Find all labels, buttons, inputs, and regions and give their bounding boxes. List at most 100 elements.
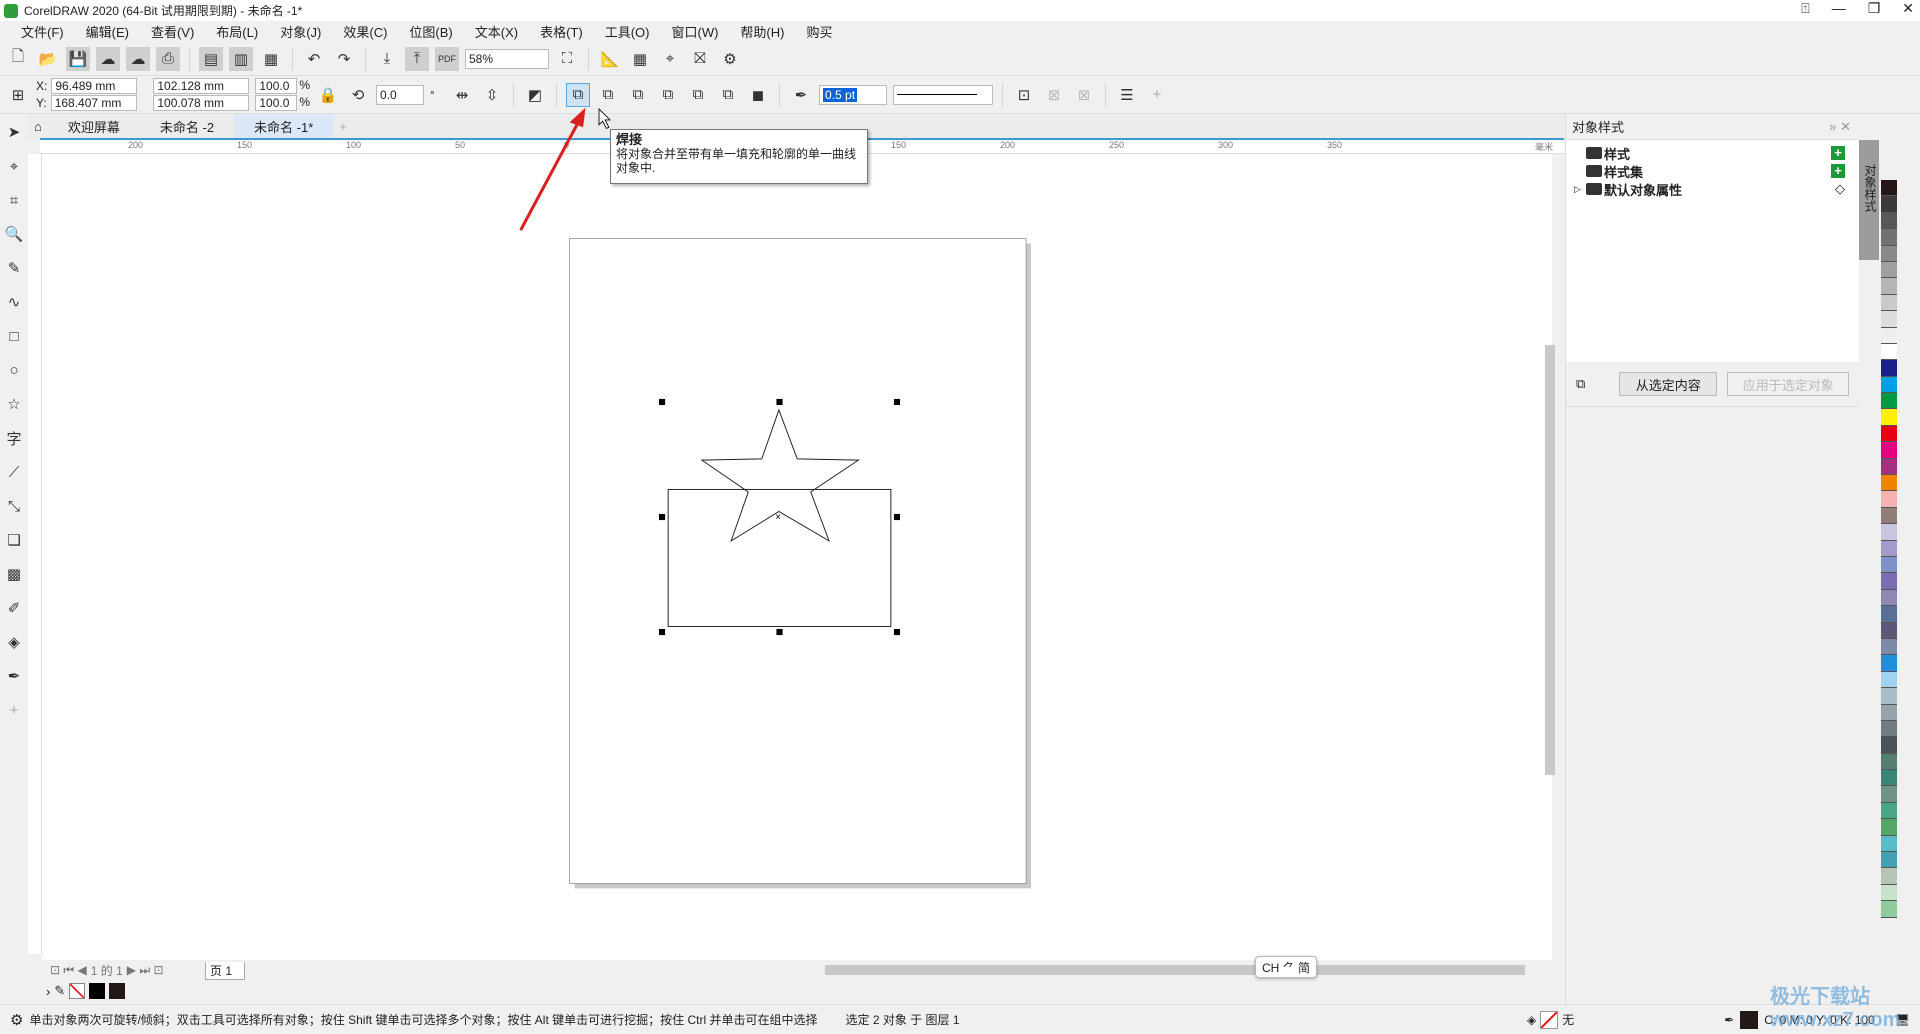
menu-help[interactable]: 帮助(H) — [729, 22, 795, 41]
minimize-button[interactable]: — — [1832, 0, 1846, 17]
menu-bitmaps[interactable]: 位图(B) — [398, 22, 463, 41]
palette-swatch[interactable] — [1881, 786, 1897, 803]
save-icon[interactable]: 💾 — [66, 46, 90, 71]
zoom-tool-icon[interactable]: 🔍 — [2, 222, 26, 246]
vertical-ruler[interactable] — [28, 154, 42, 954]
copy-icon[interactable]: ▥ — [229, 46, 253, 71]
show-guidelines-icon[interactable]: ⌖ — [658, 47, 682, 71]
publish-pdf-icon[interactable]: PDF — [435, 46, 459, 71]
menu-table[interactable]: 表格(T) — [529, 22, 594, 41]
show-grid-icon[interactable]: ▦ — [628, 47, 652, 71]
tab-welcome[interactable]: 欢迎屏幕 — [48, 114, 140, 138]
palette-swatch[interactable] — [1881, 245, 1897, 262]
palette-swatch[interactable] — [1881, 261, 1897, 279]
tab-untitled-2[interactable]: 未命名 -2 — [140, 114, 234, 138]
page-tab[interactable]: 页 1 — [205, 962, 245, 980]
page-nav-buttons[interactable]: ⊡ ⏮ ◀ — [50, 963, 87, 978]
palette-swatch[interactable] — [1881, 638, 1897, 656]
new-tab-button[interactable]: + — [333, 114, 353, 138]
menu-object[interactable]: 对象(J) — [269, 22, 332, 41]
tab-untitled-1[interactable]: 未命名 -1* — [234, 114, 334, 138]
palette-swatch[interactable] — [1881, 704, 1897, 721]
palette-swatch[interactable] — [1881, 311, 1897, 328]
palette-swatch[interactable] — [1881, 556, 1897, 574]
menu-view[interactable]: 查看(V) — [140, 22, 205, 41]
palette-swatch[interactable] — [1881, 409, 1897, 426]
weld-button-icon[interactable]: ⧉ — [566, 82, 591, 107]
eyedropper-icon[interactable]: ✎ — [54, 983, 65, 999]
palette-swatch[interactable] — [1881, 180, 1897, 197]
scale-height-field[interactable]: 100.0 — [255, 95, 298, 111]
style-options-icon[interactable]: ⧉ — [1576, 376, 1585, 392]
rotation-angle-field[interactable]: 0.0 — [376, 84, 425, 105]
palette-swatch[interactable] — [1881, 196, 1897, 213]
add-tool-icon[interactable]: + — [2, 698, 26, 722]
x-position-field[interactable]: 96.489 mm — [51, 78, 138, 94]
palette-swatch[interactable] — [1881, 327, 1897, 344]
smart-fill-icon[interactable]: ✒ — [2, 664, 26, 688]
palette-swatch[interactable] — [1881, 376, 1897, 394]
palette-swatch[interactable] — [1881, 229, 1897, 246]
expand-icon[interactable]: ▷ — [1574, 184, 1581, 195]
freehand-tool-icon[interactable]: ✎ — [2, 256, 26, 280]
no-color-swatch[interactable] — [69, 983, 86, 999]
menu-buy[interactable]: 购买 — [795, 22, 843, 41]
drawing-canvas[interactable] — [42, 154, 1552, 960]
settings-gear-icon[interactable]: ⚙ — [10, 1011, 23, 1029]
redo-icon[interactable]: ↷ — [332, 47, 356, 71]
palette-swatch[interactable] — [1881, 491, 1897, 508]
menu-file[interactable]: 文件(F) — [10, 22, 75, 41]
palette-swatch[interactable] — [1881, 737, 1897, 754]
palette-swatch[interactable] — [1881, 475, 1897, 492]
paste-icon[interactable]: ▦ — [259, 47, 283, 71]
palette-swatch[interactable] — [1881, 278, 1897, 295]
palette-swatch[interactable] — [1881, 524, 1897, 541]
color-swatch-dark[interactable] — [109, 983, 126, 999]
object-styles-docker-tab[interactable]: 对象样式 — [1859, 140, 1879, 260]
palette-swatch[interactable] — [1881, 294, 1897, 312]
horizontal-scrollbar[interactable] — [825, 965, 1525, 975]
ellipse-tool-icon[interactable]: ○ — [2, 358, 26, 382]
color-swatch-black[interactable] — [89, 983, 106, 999]
palette-swatch[interactable] — [1881, 868, 1897, 885]
vertical-scrollbar[interactable] — [1545, 345, 1555, 775]
menu-edit[interactable]: 编辑(E) — [75, 22, 140, 41]
zoom-level-select[interactable]: 58% — [465, 48, 549, 69]
palette-swatch[interactable] — [1881, 606, 1897, 623]
front-minus-back-icon[interactable]: ⧉ — [686, 83, 710, 107]
palette-swatch[interactable] — [1881, 802, 1897, 820]
palette-swatch[interactable] — [1881, 622, 1897, 639]
scale-width-field[interactable]: 100.0 — [255, 78, 298, 94]
menu-text[interactable]: 文本(X) — [464, 22, 529, 41]
new-document-icon[interactable]: 🗋 — [6, 47, 30, 71]
cloud-upload-icon[interactable]: ☁ — [126, 46, 150, 71]
transparency-icon[interactable]: ▩ — [2, 562, 26, 586]
tree-node-default-properties[interactable]: ▷ 默认对象属性 ◇ — [1566, 180, 1859, 198]
shape-tool-icon[interactable]: ⌖ — [2, 154, 26, 178]
add-icon[interactable]: + — [1145, 83, 1169, 107]
parallel-dimension-icon[interactable]: ⟋ — [2, 460, 26, 484]
palette-swatch[interactable] — [1881, 507, 1897, 525]
connector-tool-icon[interactable]: ⤡ — [2, 494, 26, 518]
open-icon[interactable]: 📂 — [36, 47, 60, 71]
drop-shadow-icon[interactable]: ❏ — [2, 528, 26, 552]
outline-width-select[interactable]: 0.5 pt — [819, 84, 888, 105]
palette-swatch[interactable] — [1881, 573, 1897, 590]
line-style-select[interactable] — [893, 84, 994, 105]
fill-icon[interactable]: ◈ — [1527, 1013, 1536, 1027]
wrap-text-icon[interactable]: ⊡ — [1012, 83, 1036, 107]
close-button[interactable]: ✕ — [1902, 0, 1914, 17]
simplify-icon[interactable]: ⧉ — [656, 83, 680, 107]
menu-layout[interactable]: 布局(L) — [205, 22, 269, 41]
fill-swatch[interactable] — [1540, 1010, 1559, 1029]
crop-tool-icon[interactable]: ⌗ — [2, 188, 26, 212]
palette-swatch[interactable] — [1881, 540, 1897, 557]
palette-swatch[interactable] — [1881, 393, 1897, 410]
palette-swatch[interactable] — [1881, 720, 1897, 738]
options-gear-icon[interactable]: ⚙ — [718, 47, 742, 71]
tree-node-style-sets[interactable]: 样式集 + — [1566, 162, 1859, 180]
docker-close-icon[interactable]: » ✕ — [1829, 119, 1851, 135]
show-rulers-icon[interactable]: 📐 — [598, 47, 622, 71]
align-distribute-icon[interactable]: ☰ — [1115, 83, 1139, 107]
palette-swatch[interactable] — [1881, 425, 1897, 443]
